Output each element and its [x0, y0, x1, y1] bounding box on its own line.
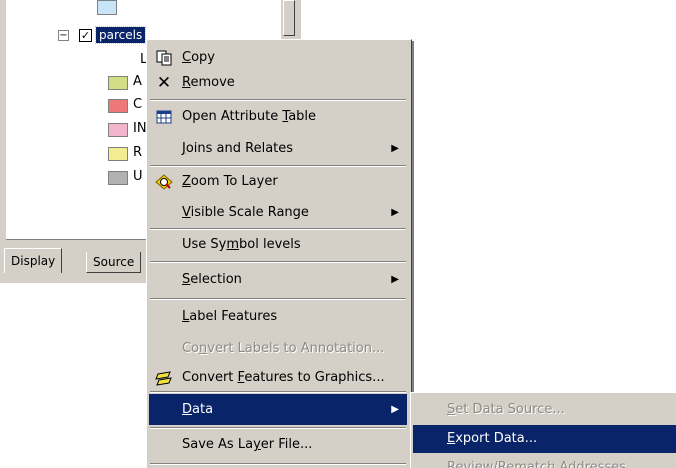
tab-display[interactable]: Display: [4, 248, 63, 273]
layer-visibility-checkbox[interactable]: ✓: [79, 29, 92, 42]
legend-swatch-top: [97, 0, 117, 15]
tab-display-label: Display: [11, 254, 56, 268]
submenu-arrow-icon: ▶: [391, 404, 399, 415]
submenu-arrow-icon: ▶: [391, 143, 399, 154]
layer-context-menu: Copy ✕ Remove Open Attribute Table Joins…: [146, 39, 412, 468]
legend-swatch: [108, 99, 128, 113]
copy-icon: [155, 50, 173, 66]
label-post: oins and Relates: [185, 141, 294, 156]
menu-separator: [150, 391, 406, 393]
zoom-to-layer-icon: [155, 174, 173, 190]
legend-swatch: [108, 76, 128, 90]
menu-separator: [150, 463, 406, 465]
label-accel: y: [253, 437, 261, 452]
tab-source-label: Source: [93, 255, 135, 269]
legend-label: R: [133, 145, 143, 160]
label-post: vert Labels to Annotation...: [207, 341, 385, 356]
label-accel: D: [182, 402, 193, 417]
label-post: able: [288, 109, 317, 124]
submenu-item-export-data[interactable]: Export Data...: [413, 425, 676, 453]
remove-icon: ✕: [156, 73, 172, 93]
menu-separator: [150, 298, 406, 300]
menu-item-convert-features-to-graphics[interactable]: Convert Features to Graphics...: [149, 362, 407, 393]
label-post: er File...: [260, 437, 313, 452]
submenu-item-review-rematch-addresses[interactable]: Review/Rematch Addresses: [413, 455, 676, 468]
label-pre: Use Sy: [182, 237, 227, 252]
menu-item-zoom-to-layer[interactable]: Zoom To Layer: [149, 166, 407, 197]
label-post: abel Features: [189, 309, 278, 324]
submenu-item-label: Review/Rematch Addresses: [447, 460, 626, 468]
label-post: ata: [192, 402, 214, 417]
table-icon: [155, 109, 173, 125]
submenu-arrow-icon: ▶: [391, 274, 399, 285]
label-post: election: [190, 272, 242, 287]
layer-name-parcels[interactable]: parcels: [94, 26, 147, 44]
menu-item-visible-scale-range[interactable]: Visible Scale Range ▶: [149, 197, 407, 228]
menu-separator: [150, 261, 406, 263]
label-post: et Data Source...: [455, 402, 565, 417]
legend-swatch: [108, 123, 128, 137]
label-accel: m: [226, 237, 240, 252]
menu-item-open-attribute-table[interactable]: Open Attribute Table: [149, 101, 407, 132]
label-post: oom To Layer: [190, 174, 278, 189]
collapse-icon[interactable]: −: [58, 30, 69, 41]
label-pre: Co: [182, 341, 200, 356]
submenu-arrow-icon: ▶: [391, 207, 399, 218]
legend-label: U: [133, 169, 143, 184]
legend-label: A: [133, 74, 142, 89]
menu-item-save-as-layer-file[interactable]: Save As Layer File...: [149, 429, 407, 460]
menu-item-joins-and-relates[interactable]: Joins and Relates ▶: [149, 133, 407, 164]
menu-item-label-features[interactable]: Label Features: [149, 301, 407, 332]
data-submenu: Set Data Source... Export Data... Review…: [410, 392, 676, 468]
label-post: emove: [190, 75, 235, 90]
tab-source[interactable]: Source: [86, 252, 142, 273]
menu-item-use-symbol-levels[interactable]: Use Symbol levels: [149, 229, 407, 260]
label-accel: Z: [182, 174, 191, 189]
label-pre: Save As La: [182, 437, 254, 452]
label-accel: V: [182, 205, 191, 220]
label-pre: Open Attribute: [182, 109, 283, 124]
label-post: bol levels: [239, 237, 301, 252]
label-pre: Convert: [182, 370, 238, 385]
legend-swatch: [108, 147, 128, 161]
convert-graphics-icon: [155, 370, 173, 386]
submenu-item-set-data-source[interactable]: Set Data Source...: [413, 396, 676, 424]
legend-swatch: [108, 171, 128, 185]
legend-label: IN: [133, 121, 147, 136]
menu-item-remove[interactable]: ✕ Remove: [149, 67, 407, 98]
legend-label: C: [133, 97, 143, 112]
label-post: isible Scale Range: [190, 205, 309, 220]
menu-item-selection[interactable]: Selection ▶: [149, 264, 407, 295]
label-accel: E: [447, 431, 456, 446]
label-post: opy: [191, 50, 215, 65]
scrollbar-thumb[interactable]: [283, 0, 295, 36]
menu-item-data[interactable]: Data ▶: [149, 394, 407, 425]
label-post: eatures to Graphics...: [244, 370, 385, 385]
label-post: xport Data...: [455, 431, 538, 446]
menu-item-convert-labels-to-annotation[interactable]: Convert Labels to Annotation...: [149, 333, 407, 364]
label-accel: C: [182, 50, 192, 65]
